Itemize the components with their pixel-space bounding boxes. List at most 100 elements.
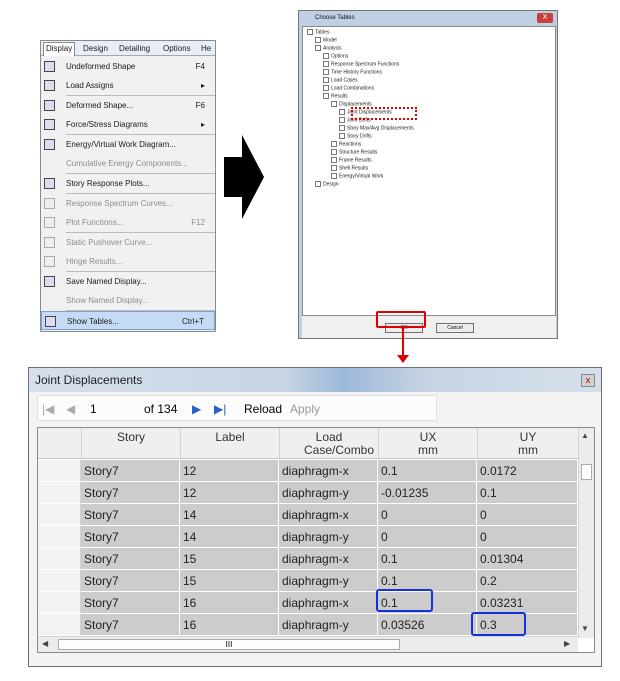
tree-node-design[interactable]: Design	[315, 181, 339, 188]
table-cell[interactable]: 0.03526	[378, 614, 477, 636]
row-header[interactable]	[38, 526, 81, 548]
previous-page-icon[interactable]: ◀	[66, 396, 75, 422]
table-row[interactable]: Story7 12 diaphragm-y -0.01235 0.1	[38, 482, 578, 504]
tree-node-options[interactable]: Options	[323, 53, 348, 60]
row-header[interactable]	[38, 570, 81, 592]
table-cell[interactable]: 0.1	[378, 548, 477, 570]
menu-tab-help[interactable]: He	[201, 43, 211, 55]
scroll-right-icon[interactable]: ▶	[564, 639, 570, 648]
last-page-icon[interactable]: ▶|	[214, 396, 226, 422]
tree-node-time-history[interactable]: Time History Functions	[323, 69, 382, 76]
next-page-icon[interactable]: ▶	[192, 396, 201, 422]
horizontal-scrollbar[interactable]: ◀ III ▶	[38, 636, 578, 652]
table-cell[interactable]: 0	[477, 504, 578, 526]
table-row[interactable]: Story7 12 diaphragm-x 0.1 0.0172	[38, 460, 578, 482]
column-header-ux[interactable]: UX mm	[378, 428, 477, 459]
menu-item-pushover-curve[interactable]: Static Pushover Curve...	[41, 233, 215, 252]
menu-tab-display[interactable]: Display	[43, 42, 76, 56]
apply-button[interactable]: Apply	[290, 396, 320, 422]
table-cell[interactable]: 0.2	[477, 570, 578, 592]
table-cell[interactable]: 0.1	[378, 460, 477, 482]
scrollbar-thumb[interactable]	[581, 464, 592, 480]
scroll-up-icon[interactable]: ▲	[581, 431, 589, 440]
scroll-left-icon[interactable]: ◀	[42, 639, 48, 648]
table-cell[interactable]: diaphragm-x	[279, 460, 378, 482]
table-cell[interactable]: 16	[180, 614, 279, 636]
table-cell[interactable]: Story7	[81, 504, 180, 526]
table-cell[interactable]: diaphragm-y	[279, 526, 378, 548]
reload-button[interactable]: Reload	[244, 396, 282, 422]
table-cell[interactable]: 0.0172	[477, 460, 578, 482]
table-cell[interactable]: 0.1	[477, 482, 578, 504]
table-cell[interactable]: 14	[180, 504, 279, 526]
tree-node-tables[interactable]: Tables	[307, 29, 329, 36]
table-cell[interactable]: 15	[180, 570, 279, 592]
table-row[interactable]: Story7 15 diaphragm-x 0.1 0.01304	[38, 548, 578, 570]
menu-tab-detailing[interactable]: Detailing	[119, 43, 150, 55]
table-cell[interactable]: Story7	[81, 614, 180, 636]
table-cell[interactable]: Story7	[81, 548, 180, 570]
tree-node-results[interactable]: Results	[323, 93, 348, 100]
menu-item-undeformed-shape[interactable]: Undeformed Shape F4	[41, 57, 215, 76]
table-cell[interactable]: 0	[378, 526, 477, 548]
tree-node-response-spectrum[interactable]: Response Spectrum Functions	[323, 61, 399, 68]
tree-node-model[interactable]: Model	[315, 37, 337, 44]
table-cell[interactable]: 0.01304	[477, 548, 578, 570]
row-header[interactable]	[38, 460, 81, 482]
table-cell[interactable]: Story7	[81, 526, 180, 548]
row-header[interactable]	[38, 548, 81, 570]
menu-item-story-response-plots[interactable]: Story Response Plots...	[41, 174, 215, 193]
tree-node-structure-results[interactable]: Structure Results	[331, 149, 377, 156]
column-header-story[interactable]: Story	[81, 428, 180, 459]
column-header-load-case[interactable]: Load Case/Combo	[279, 428, 378, 459]
row-header[interactable]	[38, 504, 81, 526]
tree-node-story-drifts[interactable]: Story Drifts	[339, 133, 372, 140]
cancel-button[interactable]: Cancel	[436, 323, 474, 333]
column-header-uy[interactable]: UY mm	[477, 428, 578, 459]
vertical-scrollbar[interactable]: ▲ ▼	[578, 428, 594, 638]
column-header-label[interactable]: Label	[180, 428, 279, 459]
menu-item-response-spectrum[interactable]: Response Spectrum Curves...	[41, 194, 215, 213]
window-close-button[interactable]: x	[581, 374, 595, 387]
tree-node-energy[interactable]: Energy/Virtual Work	[331, 173, 383, 180]
table-cell[interactable]: 0	[477, 526, 578, 548]
tree-node-frame-results[interactable]: Frame Results	[331, 157, 372, 164]
menu-tab-options[interactable]: Options	[163, 43, 191, 55]
row-header[interactable]	[38, 482, 81, 504]
menu-item-deformed-shape[interactable]: Deformed Shape... F6	[41, 96, 215, 115]
table-cell[interactable]: -0.01235	[378, 482, 477, 504]
table-cell[interactable]: diaphragm-x	[279, 592, 378, 614]
table-row[interactable]: Story7 14 diaphragm-x 0 0	[38, 504, 578, 526]
table-row[interactable]: Story7 14 diaphragm-y 0 0	[38, 526, 578, 548]
horizontal-scrollbar-thumb[interactable]: III	[58, 639, 400, 650]
menu-item-plot-functions[interactable]: Plot Functions... F12	[41, 213, 215, 232]
table-cell[interactable]: 0.03231	[477, 592, 578, 614]
dialog-close-button[interactable]: X	[537, 13, 553, 23]
menu-item-show-named-display[interactable]: Show Named Display...	[41, 291, 215, 310]
table-cell[interactable]: 14	[180, 526, 279, 548]
table-row[interactable]: Story7 15 diaphragm-y 0.1 0.2	[38, 570, 578, 592]
table-cell[interactable]: diaphragm-y	[279, 614, 378, 636]
page-number-field[interactable]: 1	[90, 396, 97, 422]
table-cell[interactable]: diaphragm-y	[279, 570, 378, 592]
tree-node-load-cases[interactable]: Load Cases	[323, 77, 358, 84]
table-cell[interactable]: 15	[180, 548, 279, 570]
table-cell[interactable]: 0	[378, 504, 477, 526]
table-cell[interactable]: 12	[180, 482, 279, 504]
table-row[interactable]: Story7 16 diaphragm-x 0.1 0.03231	[38, 592, 578, 614]
tree-node-analysis[interactable]: Analysis	[315, 45, 342, 52]
tree-node-load-combinations[interactable]: Load Combinations	[323, 85, 374, 92]
row-header[interactable]	[38, 592, 81, 614]
first-page-icon[interactable]: |◀	[42, 396, 54, 422]
tree-node-shell-results[interactable]: Shell Results	[331, 165, 368, 172]
menu-item-cumulative-energy[interactable]: Cumulative Energy Components...	[41, 154, 215, 173]
menu-item-show-tables[interactable]: Show Tables... Ctrl+T	[41, 311, 215, 330]
scroll-down-icon[interactable]: ▼	[581, 624, 589, 633]
table-cell[interactable]: 12	[180, 460, 279, 482]
menu-item-energy-diagram[interactable]: Energy/Virtual Work Diagram...	[41, 135, 215, 154]
tree-node-story-max-avg[interactable]: Story Max/Avg Displacements	[339, 125, 414, 132]
table-cell[interactable]: Story7	[81, 482, 180, 504]
menu-item-hinge-results[interactable]: Hinge Results...	[41, 252, 215, 271]
menu-item-load-assigns[interactable]: Load Assigns ▸	[41, 76, 215, 95]
table-cell[interactable]: diaphragm-x	[279, 548, 378, 570]
